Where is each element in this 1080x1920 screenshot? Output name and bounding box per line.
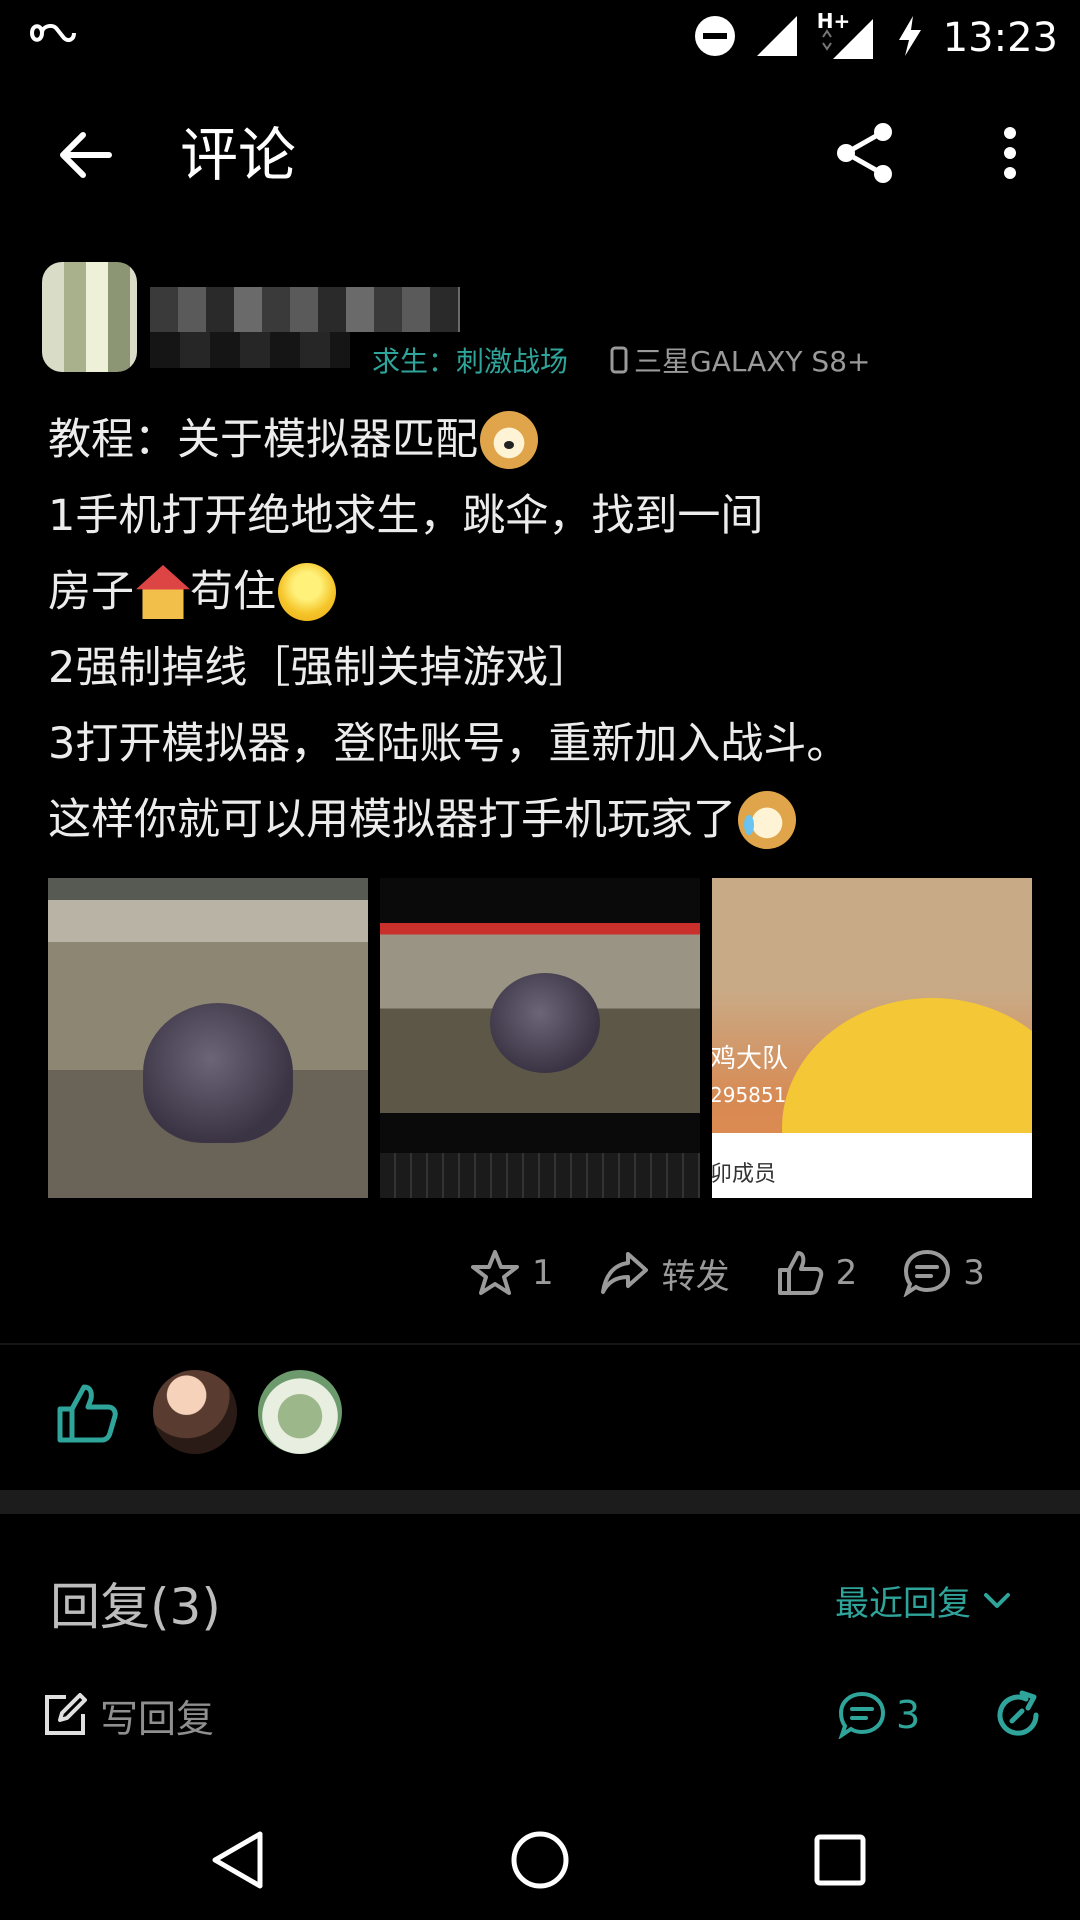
write-reply-label: 写回复 [100, 1696, 215, 1741]
post-text: 1手机打开绝地求生，跳伞，找到一间 [48, 491, 764, 541]
dnd-icon [693, 14, 737, 62]
image-text: 鸡大队 [712, 1044, 789, 1074]
post-text: 房子 [48, 567, 134, 617]
device-name: 三星GALAXY S8+ [634, 345, 871, 378]
circle-home-icon [511, 1831, 569, 1889]
replies-title: 回复(3) [50, 1578, 221, 1636]
page-title: 评论 [180, 121, 297, 189]
post-image-laptop-photo[interactable] [380, 878, 700, 1198]
write-reply-button[interactable]: 写回复 [42, 1687, 214, 1743]
like-count: 2 [835, 1253, 858, 1293]
device-tag: 三星GALAXY S8+ [610, 340, 870, 380]
star-icon [471, 1250, 519, 1295]
forward-label: 转发 [661, 1256, 730, 1297]
author-name-blurred [150, 287, 460, 332]
house-emoji-icon [136, 565, 190, 619]
more-vertical-icon [1004, 127, 1016, 179]
smile-emoji-icon [278, 563, 336, 621]
more-options-button[interactable] [985, 118, 1035, 188]
post-line: 教程：关于模拟器匹配 [48, 402, 1038, 478]
post-line: 3打开模拟器，登陆账号，重新加入战斗。 [48, 706, 1038, 782]
post-line: 房子 苟住 [48, 554, 1038, 630]
post-image-group-card[interactable]: 鸡大队 295851 卯成员 [712, 878, 1032, 1198]
infinity-icon [29, 18, 76, 52]
comment-button[interactable]: 3 [903, 1249, 985, 1297]
post-actions: 1 转发 2 3 [470, 1238, 985, 1308]
system-navigation-bar [0, 1800, 1080, 1920]
post-text: 3打开模拟器，登陆账号，重新加入战斗。 [48, 719, 850, 769]
refresh-button[interactable] [992, 1689, 1044, 1741]
image-text: 295851 [712, 1083, 787, 1107]
post-image-game-screenshot[interactable] [48, 878, 368, 1198]
favorite-count: 1 [532, 1253, 554, 1293]
likers-row [0, 1370, 1080, 1470]
post-content: 教程：关于模拟器匹配 1手机打开绝地求生，跳伞，找到一间 房子 苟住 2强制掉线… [48, 402, 1038, 858]
square-recents-icon [814, 1834, 866, 1886]
nav-back-button[interactable] [210, 1830, 266, 1894]
comment-bubble-icon [838, 1691, 886, 1739]
nav-recents-button[interactable] [813, 1833, 867, 1891]
liker-avatar[interactable] [153, 1370, 237, 1454]
favorite-button[interactable]: 1 [470, 1249, 554, 1297]
mobile-data-icon: H+ [817, 9, 877, 63]
comment-bubble-icon [903, 1249, 951, 1297]
author-subinfo-blurred [150, 332, 350, 368]
post-author[interactable]: 求生：刺激战场 三星GALAXY S8+ [42, 262, 1042, 378]
post-text: 这样你就可以用模拟器打手机玩家了 [48, 795, 736, 845]
post-text: 2强制掉线［强制关掉游戏］ [48, 643, 592, 693]
liker-avatar[interactable] [258, 1370, 342, 1454]
reply-count-button[interactable]: 3 [838, 1687, 920, 1743]
sort-replies-dropdown[interactable]: 最近回复 [835, 1576, 1011, 1625]
charging-icon [895, 14, 925, 62]
post-line: 2强制掉线［强制关掉游戏］ [48, 630, 1038, 706]
triangle-back-icon [212, 1831, 263, 1889]
chevron-down-icon [984, 1592, 1010, 1608]
divider [0, 1343, 1080, 1345]
status-bar: H+ 13:23 [0, 0, 1080, 75]
like-button[interactable]: 2 [776, 1250, 858, 1296]
phone-icon [610, 346, 628, 374]
thumbs-up-icon [57, 1384, 118, 1443]
post-line: 这样你就可以用模拟器打手机玩家了 [48, 782, 1038, 858]
clock: 13:23 [942, 14, 1058, 61]
forward-button[interactable]: 转发 [600, 1249, 730, 1298]
sort-label: 最近回复 [835, 1584, 971, 1624]
comment-count: 3 [963, 1253, 985, 1293]
arrow-left-icon [60, 132, 112, 178]
crying-doge-emoji-icon [738, 791, 796, 849]
app-bar: 评论 [0, 90, 1080, 220]
post-line: 1手机打开绝地求生，跳伞，找到一间 [48, 478, 1038, 554]
post-images: 鸡大队 295851 卯成员 [48, 878, 1032, 1198]
nav-home-button[interactable] [510, 1830, 570, 1894]
author-avatar[interactable] [42, 262, 137, 372]
signal-icon [755, 14, 799, 62]
forward-arrow-icon [600, 1252, 648, 1294]
thumbs-up-icon [777, 1251, 823, 1295]
share-button[interactable] [830, 118, 900, 188]
post-text: 教程：关于模拟器匹配 [48, 415, 478, 465]
doge-emoji-icon [480, 411, 538, 469]
post-text: 苟住 [190, 567, 276, 617]
back-button[interactable] [45, 120, 125, 190]
like-indicator[interactable] [55, 1382, 119, 1448]
game-tag[interactable]: 求生：刺激战场 [372, 340, 568, 380]
image-text: 卯成员 [712, 1162, 777, 1187]
share-icon [837, 123, 892, 183]
refresh-icon [997, 1690, 1039, 1736]
edit-icon [45, 1693, 87, 1735]
reply-count: 3 [896, 1693, 921, 1737]
section-divider [0, 1490, 1080, 1514]
